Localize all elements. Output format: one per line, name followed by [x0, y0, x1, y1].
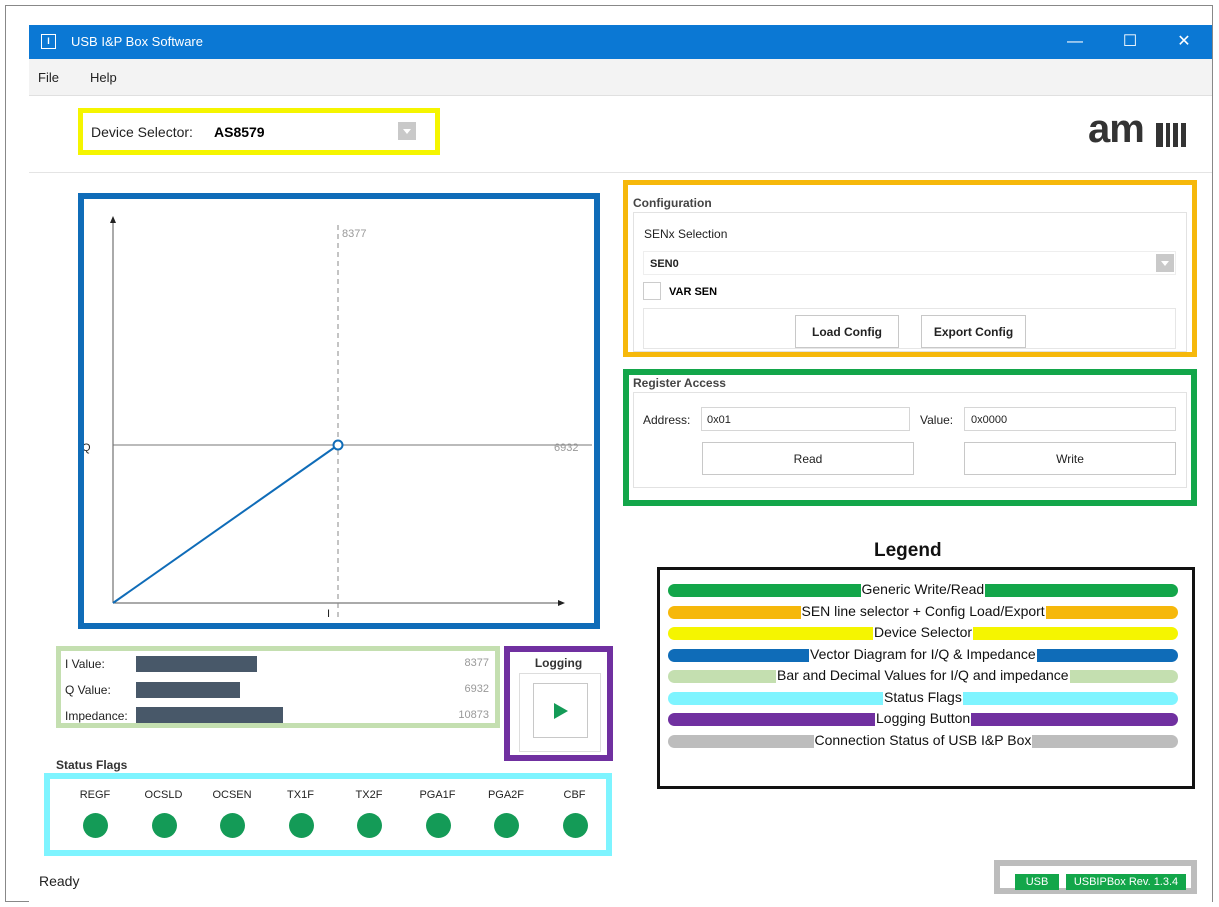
var-sen-checkbox[interactable]: [643, 282, 661, 300]
status-flag-label-tx2f: TX2F: [355, 789, 383, 801]
impedance-number: 10873: [458, 709, 489, 721]
legend-line-1: SEN line selector + Config Load/Export: [668, 602, 1178, 619]
q-value-label: Q Value:: [65, 683, 111, 697]
legend-label-0: Generic Write/Read: [860, 581, 986, 597]
impedance-label: Impedance:: [65, 709, 128, 723]
status-flags-panel: REGF OCSLD OCSEN TX1F TX2F PGA1F PGA2F CBF: [60, 789, 600, 845]
value-label: Value:: [920, 413, 954, 427]
legend-label-7: Connection Status of USB I&P Box: [813, 731, 1033, 748]
chevron-down-icon[interactable]: [398, 122, 416, 140]
write-button[interactable]: Write: [964, 442, 1176, 475]
app-icon: I: [41, 34, 56, 49]
sen-selection-label: SENx Selection: [644, 227, 728, 241]
legend-label-3: Vector Diagram for I/Q & Impedance: [809, 645, 1037, 662]
i-marker-label: 8377: [342, 228, 366, 240]
window-title: USB I&P Box Software: [71, 34, 203, 49]
var-sen-label: VAR SEN: [669, 286, 718, 298]
sen-selection-value: SEN0: [650, 258, 679, 270]
device-selector-dropdown[interactable]: AS8579: [208, 120, 418, 142]
menu-bar: File Help: [29, 59, 1212, 96]
legend-line-4: Bar and Decimal Values for I/Q and imped…: [668, 667, 1178, 683]
q-value-number: 6932: [464, 683, 489, 695]
device-selector-value: AS8579: [214, 124, 265, 140]
legend-line-2: Device Selector: [668, 624, 1178, 640]
status-flag-indicator-tx1f: [288, 813, 314, 838]
minimize-icon[interactable]: —: [1052, 25, 1098, 59]
chevron-down-icon[interactable]: [1156, 254, 1174, 272]
status-text: Ready: [39, 873, 80, 889]
legend-label-1: SEN line selector + Config Load/Export: [800, 602, 1046, 619]
status-flag-label-pga1f: PGA1F: [419, 789, 456, 801]
status-flags-title: Status Flags: [56, 758, 128, 772]
legend-title: Legend: [874, 540, 942, 561]
logging-button[interactable]: [533, 683, 588, 738]
i-value-label: I Value:: [65, 657, 105, 671]
impedance-bar: [136, 707, 283, 723]
status-flag-label-ocsld: OCSLD: [144, 789, 183, 801]
q-axis-label: Q: [84, 442, 91, 454]
status-flag-indicator-ocsld: [151, 813, 177, 838]
legend-label-5: Status Flags: [883, 688, 963, 705]
configuration-title: Configuration: [633, 196, 712, 210]
config-buttons-panel: [643, 308, 1176, 349]
status-flag-label-cbf: CBF: [563, 789, 586, 801]
read-button[interactable]: Read: [702, 442, 914, 475]
legend-line-0: Generic Write/Read: [668, 581, 1178, 597]
maximize-icon[interactable]: ☐: [1107, 25, 1153, 59]
legend-line-6: Logging Button: [668, 710, 1178, 726]
status-flag-indicator-pga1f: [425, 813, 451, 838]
status-flag-label-regf: REGF: [79, 789, 111, 801]
legend-label-2: Device Selector: [873, 624, 974, 640]
address-value: 0x01: [707, 414, 731, 426]
register-access-title: Register Access: [633, 376, 726, 390]
i-value-bar: [136, 656, 257, 672]
title-bar: I USB I&P Box Software — ☐ ✕: [29, 25, 1212, 59]
status-flag-indicator-tx2f: [357, 813, 382, 838]
i-axis-label: I: [327, 608, 330, 620]
impedance-vector: [112, 444, 339, 604]
status-flag-label-ocsen: OCSEN: [212, 789, 252, 801]
legend-line-3: Vector Diagram for I/Q & Impedance: [668, 645, 1178, 662]
status-flag-label-pga2f: PGA2F: [487, 789, 525, 801]
menu-file[interactable]: File: [38, 70, 59, 85]
legend-line-5: Status Flags: [668, 688, 1178, 705]
address-field[interactable]: 0x01: [701, 407, 910, 431]
load-config-button[interactable]: Load Config: [795, 315, 899, 348]
play-icon: [554, 703, 568, 719]
close-icon[interactable]: ✕: [1161, 25, 1207, 59]
export-config-button[interactable]: Export Config: [921, 315, 1026, 348]
logging-title: Logging: [534, 656, 583, 670]
ams-logo: am: [1088, 107, 1188, 159]
legend-line-7: Connection Status of USB I&P Box: [668, 731, 1178, 748]
status-flag-indicator-pga2f: [494, 813, 519, 838]
values-panel: I Value: 8377 Q Value: 6932 Impedance: 1…: [61, 651, 495, 723]
device-selector-label: Device Selector:: [91, 124, 193, 140]
value-field[interactable]: 0x0000: [964, 407, 1176, 431]
usb-status-badge: USB: [1015, 874, 1059, 890]
menu-help[interactable]: Help: [90, 70, 117, 85]
status-flag-indicator-regf: [83, 813, 108, 838]
status-flag-indicator-cbf: [562, 813, 588, 838]
legend-label-4: Bar and Decimal Values for I/Q and imped…: [776, 667, 1070, 683]
vector-diagram: 8377 6932 Q I: [84, 216, 592, 620]
address-label: Address:: [643, 413, 691, 427]
revision-badge: USBIPBox Rev. 1.3.4: [1066, 874, 1186, 890]
legend-label-6: Logging Button: [875, 710, 972, 726]
status-flag-label-tx1f: TX1F: [287, 789, 314, 801]
sen-selection-dropdown[interactable]: SEN0: [643, 251, 1176, 275]
value-value: 0x0000: [971, 414, 1008, 426]
header-divider: [29, 172, 1212, 173]
i-value-number: 8377: [464, 657, 489, 669]
logging-panel: [519, 673, 601, 752]
q-marker-label: 6932: [554, 442, 578, 454]
status-flag-indicator-ocsen: [220, 813, 245, 838]
vector-endpoint: [332, 439, 344, 451]
q-value-bar: [136, 682, 240, 698]
